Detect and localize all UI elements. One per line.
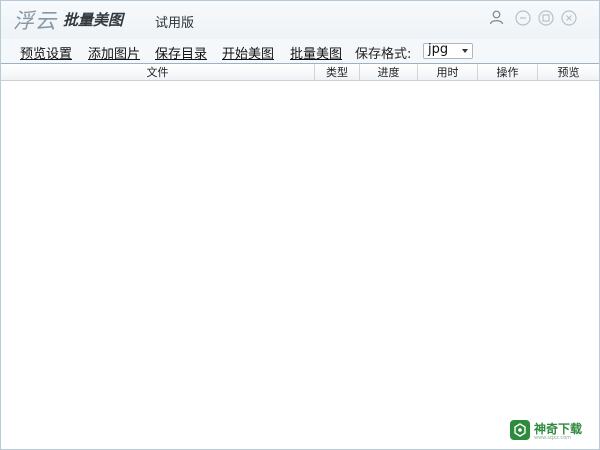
chevron-down-icon <box>462 49 468 53</box>
column-header-file[interactable]: 文件 <box>1 64 315 81</box>
column-header-progress[interactable]: 进度 <box>360 64 418 81</box>
save-format-value: jpg <box>428 42 449 57</box>
app-logo-text: 浮云 <box>13 9 57 33</box>
minimize-icon[interactable] <box>514 9 531 26</box>
menu-add-images[interactable]: 添加图片 <box>88 43 140 62</box>
main-window: 浮云 批量美图 试用版 预览设置 添加图片 保存目录 开始美图 批量美图 保存格… <box>0 0 600 450</box>
menu-bar: 预览设置 添加图片 保存目录 开始美图 批量美图 保存格式: <box>1 39 599 63</box>
file-list[interactable] <box>1 81 599 449</box>
save-format-label: 保存格式: <box>355 47 412 62</box>
menu-batch-beautify[interactable]: 批量美图 <box>290 43 342 62</box>
column-header-time[interactable]: 用时 <box>418 64 478 81</box>
table-header: 文件 类型 进度 用时 操作 预览 <box>1 63 599 81</box>
menu-preview-settings[interactable]: 预览设置 <box>20 43 72 62</box>
column-header-type[interactable]: 类型 <box>315 64 360 81</box>
maximize-icon[interactable] <box>537 9 554 26</box>
app-title: 批量美图 <box>63 11 124 29</box>
column-header-preview[interactable]: 预览 <box>538 64 599 81</box>
user-icon[interactable] <box>488 9 505 26</box>
save-format-select[interactable]: jpg <box>423 42 473 59</box>
close-icon[interactable] <box>560 9 577 26</box>
menu-start-beautify[interactable]: 开始美图 <box>222 43 274 62</box>
menu-save-directory[interactable]: 保存目录 <box>155 43 207 62</box>
edition-label: 试用版 <box>155 16 195 31</box>
column-header-action[interactable]: 操作 <box>478 64 538 81</box>
watermark: 神奇下载 www.sqxz.com <box>510 419 596 443</box>
watermark-logo-icon <box>510 420 530 440</box>
title-bar[interactable]: 浮云 批量美图 试用版 <box>1 1 599 39</box>
watermark-url: www.sqxz.com <box>534 435 572 441</box>
